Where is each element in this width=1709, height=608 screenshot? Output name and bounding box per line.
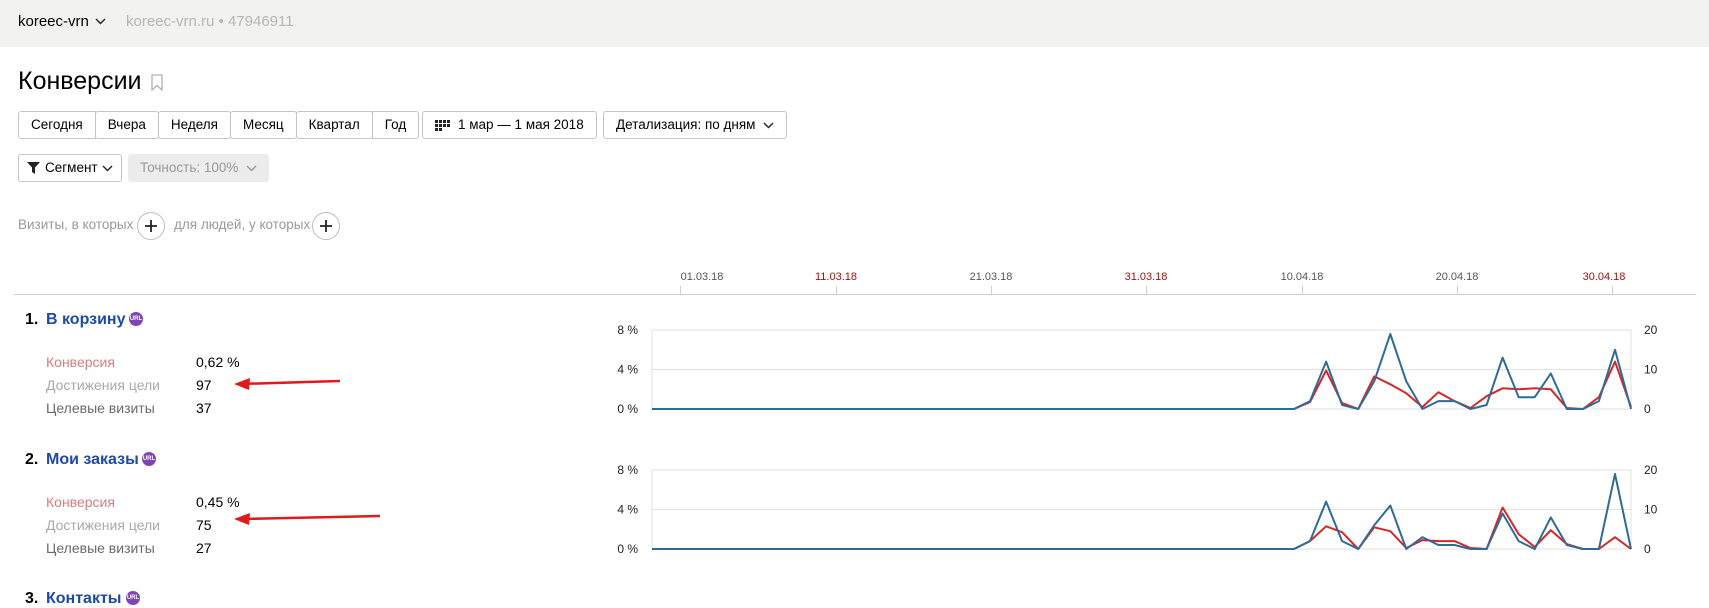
- y-right-tick-label: 20: [1644, 323, 1658, 337]
- y-right-tick-label: 10: [1644, 503, 1658, 517]
- y-left-tick-label: 8 %: [617, 463, 638, 477]
- y-left-tick-label: 0 %: [617, 542, 638, 556]
- timeline-tick-label: 10.04.18: [1280, 271, 1324, 283]
- y-left-tick-label: 4 %: [617, 503, 638, 517]
- y-left-tick-label: 8 %: [617, 323, 638, 337]
- y-right-tick-label: 0: [1644, 402, 1651, 416]
- timeline-tick-label: 30.04.18: [1582, 271, 1626, 283]
- reaches-series-line: [652, 473, 1632, 550]
- timeline-tick-label: 11.03.18: [814, 271, 858, 283]
- y-left-tick-label: 4 %: [617, 363, 638, 377]
- timeline-tick-label: 31.03.18: [1124, 271, 1168, 283]
- goal-link-contacts[interactable]: Контакты: [46, 590, 121, 608]
- y-left-tick-label: 0 %: [617, 402, 638, 416]
- date-range-label: 1 мар — 1 мая 2018: [458, 117, 584, 132]
- y-right-tick-label: 0: [1644, 542, 1651, 556]
- annotation-arrow: [234, 513, 381, 525]
- timeline-tick-label: 21.03.18: [969, 271, 1013, 283]
- conversion-series-line: [652, 360, 1632, 410]
- y-right-tick-label: 20: [1644, 463, 1658, 477]
- calendar-icon: [435, 119, 450, 131]
- detail-label: Детализация: по дням: [616, 117, 756, 132]
- chevron-down-icon: [763, 122, 774, 128]
- detail-dropdown[interactable]: Детализация: по дням: [603, 111, 788, 139]
- timeline-tick-label: 01.03.18: [680, 271, 724, 283]
- timeline-tick-label: 20.04.18: [1435, 271, 1479, 283]
- url-badge: URL: [126, 591, 140, 605]
- date-range-button[interactable]: 1 мар — 1 мая 2018: [422, 111, 597, 139]
- goal-chart-my-orders: 0 % 4 % 8 % 0 10 20: [617, 463, 1658, 556]
- goal-number: 3.: [25, 590, 39, 607]
- y-right-tick-label: 10: [1644, 363, 1658, 377]
- conversion-series-line: [652, 506, 1632, 550]
- goal-chart-basket: 0 % 4 % 8 % 0 10 20: [617, 323, 1658, 416]
